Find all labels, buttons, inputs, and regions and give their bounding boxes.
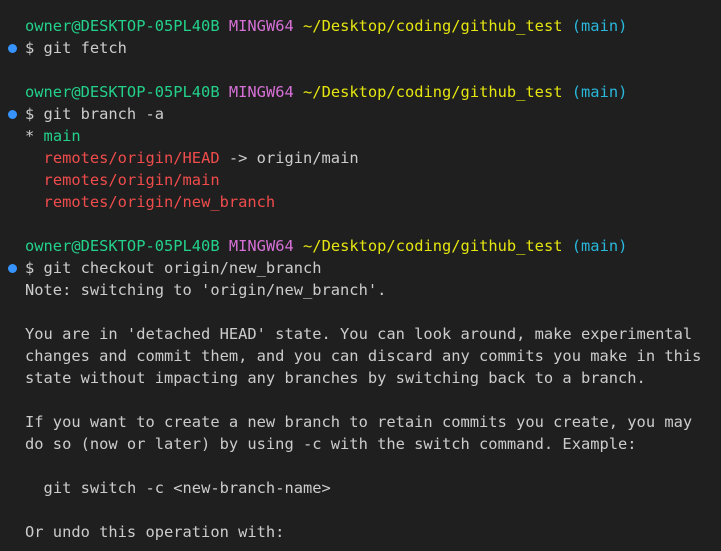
current-branch-name: main [43,127,81,145]
prompt-user: owner@DESKTOP-05PL40B [25,17,220,35]
prompt-branch: (main) [571,83,628,101]
circle-dot-icon[interactable] [8,264,17,273]
prompt-line: owner@DESKTOP-05PL40B MINGW64 ~/Desktop/… [0,235,721,257]
example-command-line: git switch -c <new-branch-name> [0,477,721,499]
prompt-env: MINGW64 [228,237,294,255]
current-branch-marker: * [25,127,44,145]
remote-branch-name: remotes/origin/new_branch [43,193,276,211]
output-line: You are in 'detached HEAD' state. You ca… [25,325,693,343]
command-text: $ git fetch [25,39,127,57]
prompt-path: ~/Desktop/coding/github_test [303,237,563,255]
output-line: Note: switching to 'origin/new_branch'. [25,281,387,299]
prompt-branch: (main) [571,17,628,35]
output-line: If you want to create a new branch to re… [25,413,693,431]
prompt-branch: (main) [571,237,628,255]
prompt-env: MINGW64 [228,83,294,101]
remote-branch-name: remotes/origin/main [43,171,220,189]
example-command: git switch -c <new-branch-name> [43,479,331,497]
branch-remote-new: remotes/origin/new_branch [0,191,721,213]
terminal-output[interactable]: owner@DESKTOP-05PL40B MINGW64 ~/Desktop/… [0,0,721,551]
branch-remote-head: remotes/origin/HEAD -> origin/main [0,147,721,169]
prompt-user: owner@DESKTOP-05PL40B [25,237,220,255]
command-line: $ git fetch [0,37,721,59]
output-line: changes and commit them, and you can dis… [25,347,702,365]
command-line: $ git branch -a [0,103,721,125]
output-line: do so (now or later) by using -c with th… [25,435,637,453]
branch-remote-main: remotes/origin/main [0,169,721,191]
prompt-path: ~/Desktop/coding/github_test [303,83,563,101]
prompt-line: owner@DESKTOP-05PL40B MINGW64 ~/Desktop/… [0,81,721,103]
output-line: Or undo this operation with: [25,523,285,541]
prompt-path: ~/Desktop/coding/github_test [303,17,563,35]
output-line: state without impacting any branches by … [25,369,646,387]
command-line: $ git checkout origin/new_branch [0,257,721,279]
head-target: -> origin/main [219,149,359,167]
branch-current: * main [0,125,721,147]
command-text: $ git branch -a [25,105,164,123]
circle-dot-icon[interactable] [8,44,17,53]
circle-dot-icon[interactable] [8,110,17,119]
remote-branch-name: remotes/origin/HEAD [43,149,220,167]
prompt-line: owner@DESKTOP-05PL40B MINGW64 ~/Desktop/… [0,15,721,37]
prompt-env: MINGW64 [228,17,294,35]
prompt-user: owner@DESKTOP-05PL40B [25,83,220,101]
command-text: $ git checkout origin/new_branch [25,259,322,277]
